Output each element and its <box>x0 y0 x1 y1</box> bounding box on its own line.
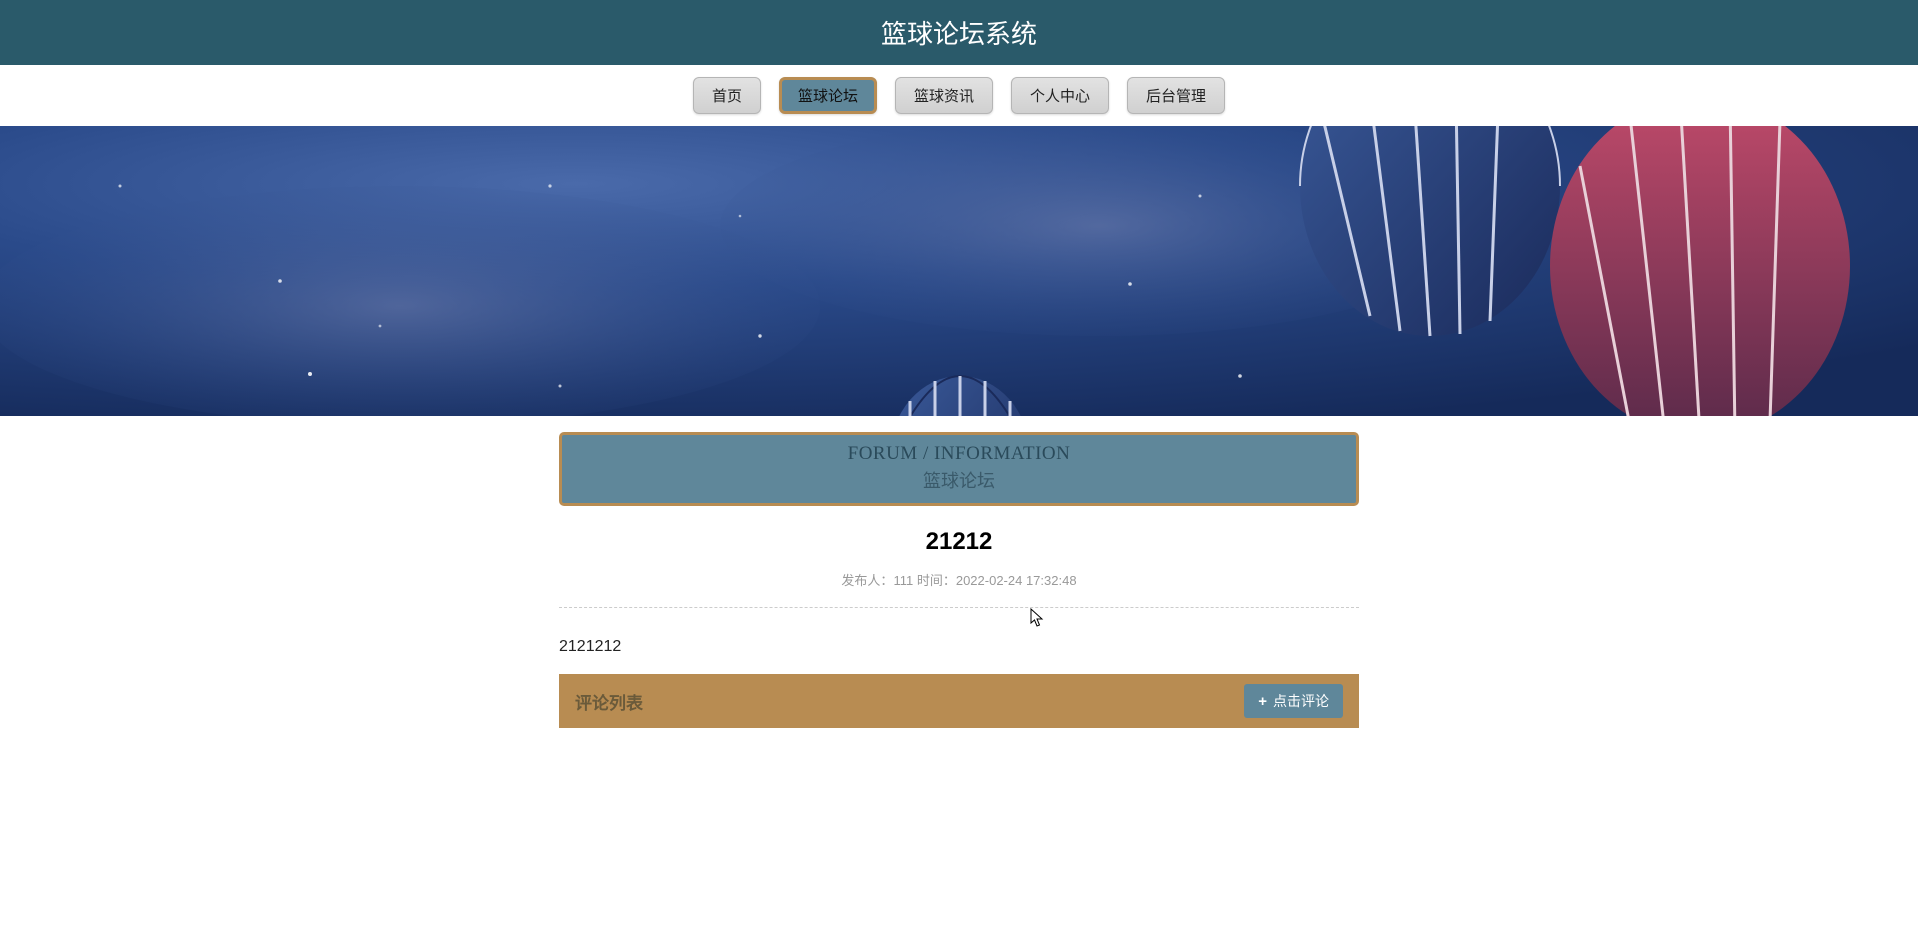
main-nav: 首页 篮球论坛 篮球资讯 个人中心 后台管理 <box>0 65 1918 126</box>
nav-profile[interactable]: 个人中心 <box>1011 77 1109 114</box>
app-header: 篮球论坛系统 <box>0 0 1918 65</box>
time-value: 2022-02-24 17:32:48 <box>956 573 1077 588</box>
plus-icon: + <box>1258 693 1267 710</box>
publisher-value: 111 <box>893 573 913 588</box>
section-title-en: FORUM / INFORMATION <box>562 443 1356 465</box>
app-title: 篮球论坛系统 <box>881 19 1037 49</box>
nav-news[interactable]: 篮球资讯 <box>895 77 993 114</box>
nav-home[interactable]: 首页 <box>693 77 761 114</box>
comment-bar: 评论列表 + 点击评论 <box>559 674 1359 728</box>
section-title-cn: 篮球论坛 <box>562 467 1356 493</box>
hero-banner <box>0 126 1918 416</box>
comment-list-label: 评论列表 <box>575 689 643 714</box>
section-header: FORUM / INFORMATION 篮球论坛 <box>559 432 1359 506</box>
post-body: 2121212 <box>559 608 1359 668</box>
add-comment-label: 点击评论 <box>1273 691 1329 711</box>
publisher-label: 发布人： <box>841 573 893 588</box>
nav-forum[interactable]: 篮球论坛 <box>779 77 877 114</box>
main-content: FORUM / INFORMATION 篮球论坛 21212 发布人：111 时… <box>559 432 1359 728</box>
post-title: 21212 <box>559 528 1359 556</box>
post-meta: 发布人：111 时间：2022-02-24 17:32:48 <box>559 570 1359 608</box>
add-comment-button[interactable]: + 点击评论 <box>1244 684 1343 718</box>
time-label: 时间： <box>917 573 956 588</box>
nav-admin[interactable]: 后台管理 <box>1127 77 1225 114</box>
